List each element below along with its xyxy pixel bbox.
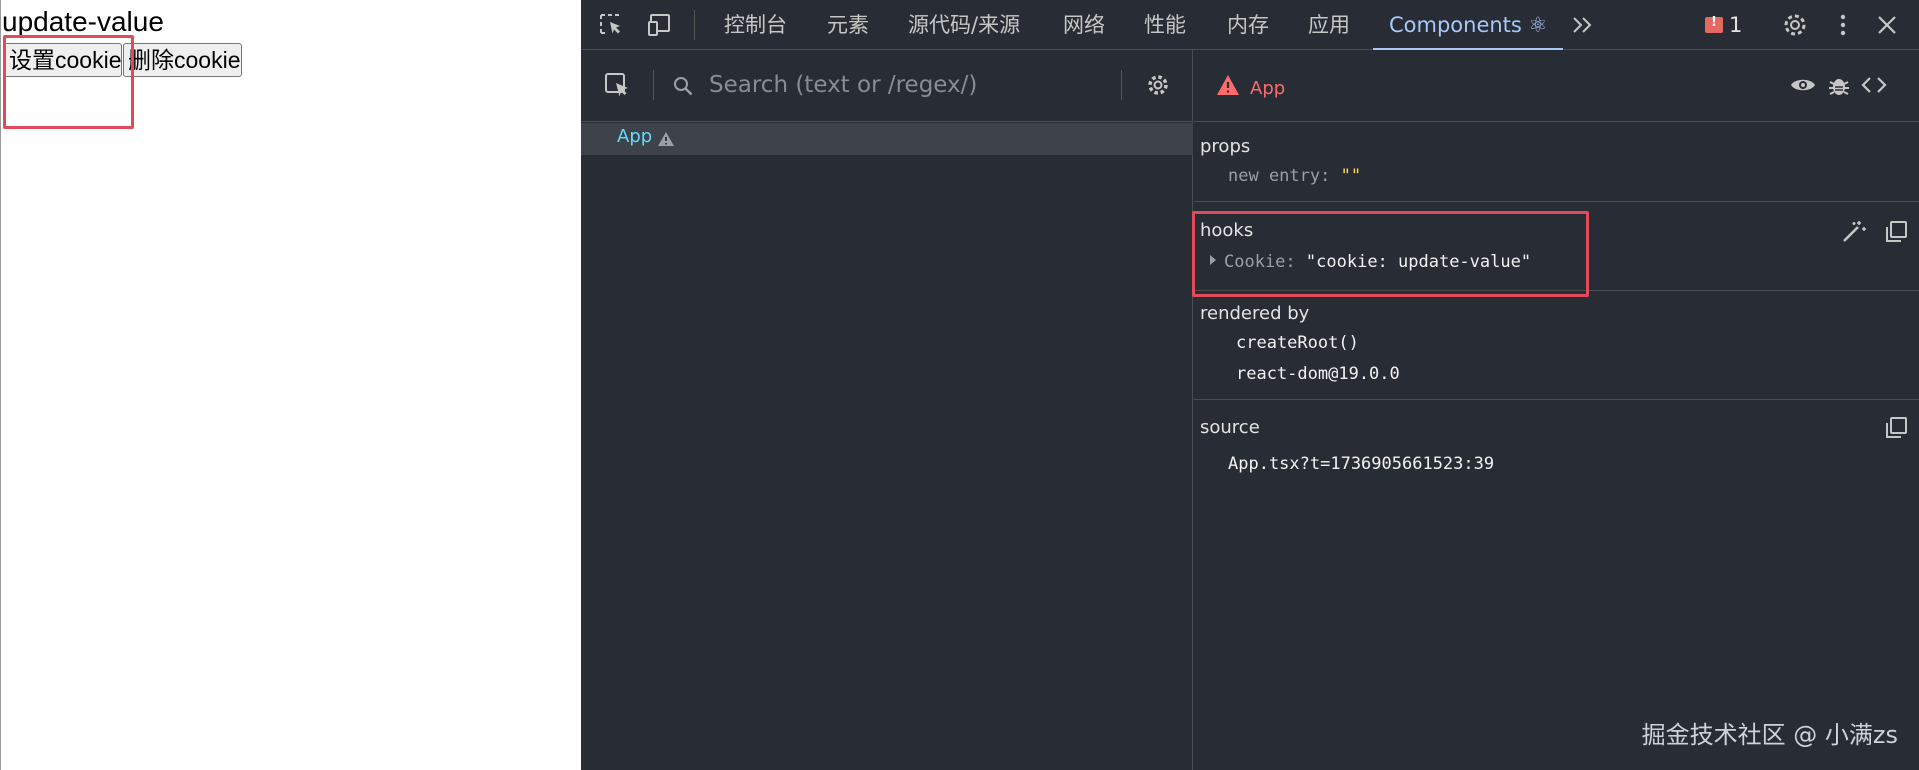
props-entry-key: new entry — [1228, 166, 1321, 186]
hook-cookie-row[interactable]: Cookie: "cookie: update-value" — [1210, 252, 1531, 272]
tab-application[interactable]: 应用 — [1308, 0, 1350, 50]
props-new-entry-row[interactable]: new entry: "" — [1228, 166, 1361, 186]
inspected-component-title: App — [1250, 78, 1286, 99]
parse-hook-names-wand-icon[interactable] — [1840, 219, 1868, 245]
more-options-icon[interactable] — [1829, 12, 1857, 38]
devtools-toolbar: 控制台 元素 源代码/来源 网络 性能 内存 应用 Components ⚛ 1 — [581, 0, 1919, 50]
error-flag-icon — [1705, 15, 1723, 33]
tab-performance[interactable]: 性能 — [1144, 0, 1186, 50]
search-icon — [671, 74, 699, 100]
source-title: source — [1200, 417, 1260, 438]
settings-gear-icon[interactable] — [1781, 12, 1809, 38]
search-separator — [653, 70, 654, 100]
devtools-panel: 控制台 元素 源代码/来源 网络 性能 内存 应用 Components ⚛ 1 — [581, 0, 1919, 770]
error-badge[interactable]: 1 — [1705, 13, 1742, 37]
component-search-input[interactable] — [709, 68, 1069, 102]
hook-entry-value: "cookie: update-value" — [1305, 252, 1532, 272]
props-entry-value[interactable]: "" — [1341, 166, 1361, 186]
hooks-section: hooks Cookie: "cookie: update-value" — [1194, 203, 1919, 291]
props-title: props — [1200, 136, 1251, 157]
expand-triangle-icon[interactable] — [1210, 255, 1216, 265]
hooks-title: hooks — [1200, 220, 1254, 241]
copy-hooks-icon[interactable] — [1883, 219, 1911, 245]
error-count: 1 — [1729, 13, 1743, 37]
props-section: props new entry: "" — [1194, 123, 1919, 202]
hook-entry-key: Cookie — [1224, 252, 1286, 272]
source-section: source App.tsx?t=1736905661523:39 — [1194, 401, 1919, 501]
tree-warning-icon — [657, 131, 675, 147]
warning-icon — [1216, 74, 1240, 96]
search-separator-right — [1121, 70, 1122, 100]
component-inspector-panel: App props new entry: "" hooks Cookie: "c… — [1194, 50, 1919, 770]
delete-cookie-button[interactable]: 删除cookie — [123, 43, 242, 77]
toolbar-separator — [694, 10, 695, 40]
page-viewport: update-value 设置cookie 删除cookie — [0, 0, 581, 770]
set-cookie-button[interactable]: 设置cookie — [4, 43, 122, 77]
rendered-by-title: rendered by — [1200, 303, 1310, 324]
tree-node-app[interactable]: App — [581, 123, 1193, 155]
inspector-header: App — [1194, 50, 1919, 122]
rendered-by-item[interactable]: createRoot() — [1236, 333, 1359, 353]
tree-settings-gear-icon[interactable] — [1144, 72, 1172, 98]
source-file-link[interactable]: App.tsx?t=1736905661523:39 — [1228, 454, 1494, 474]
view-source-code-icon[interactable] — [1860, 72, 1888, 98]
rendered-by-section: rendered by createRoot() react-dom@19.0.… — [1194, 292, 1919, 400]
inspect-dom-eye-icon[interactable] — [1789, 72, 1817, 98]
debug-bug-icon[interactable] — [1825, 72, 1853, 98]
select-element-icon[interactable] — [604, 72, 632, 98]
device-toolbar-icon[interactable] — [646, 12, 674, 38]
close-icon[interactable] — [1873, 12, 1901, 38]
tab-network[interactable]: 网络 — [1063, 0, 1105, 50]
copy-source-icon[interactable] — [1883, 415, 1911, 441]
component-tree-panel: App — [581, 50, 1193, 770]
rendered-by-item[interactable]: react-dom@19.0.0 — [1236, 364, 1400, 384]
tab-console[interactable]: 控制台 — [724, 0, 787, 50]
inspect-element-icon[interactable] — [598, 12, 626, 38]
tab-sources[interactable]: 源代码/来源 — [908, 0, 1020, 50]
tab-memory[interactable]: 内存 — [1227, 0, 1269, 50]
cookie-value-text: update-value — [2, 6, 164, 37]
tree-node-label: App — [617, 126, 653, 147]
more-tabs-chevron-icon[interactable] — [1569, 12, 1597, 38]
tab-elements[interactable]: 元素 — [827, 0, 869, 50]
tab-components[interactable]: Components ⚛ — [1373, 0, 1564, 50]
watermark-text: 掘金技术社区 @ 小满zs — [1641, 721, 1898, 749]
tree-search-bar — [581, 50, 1193, 122]
